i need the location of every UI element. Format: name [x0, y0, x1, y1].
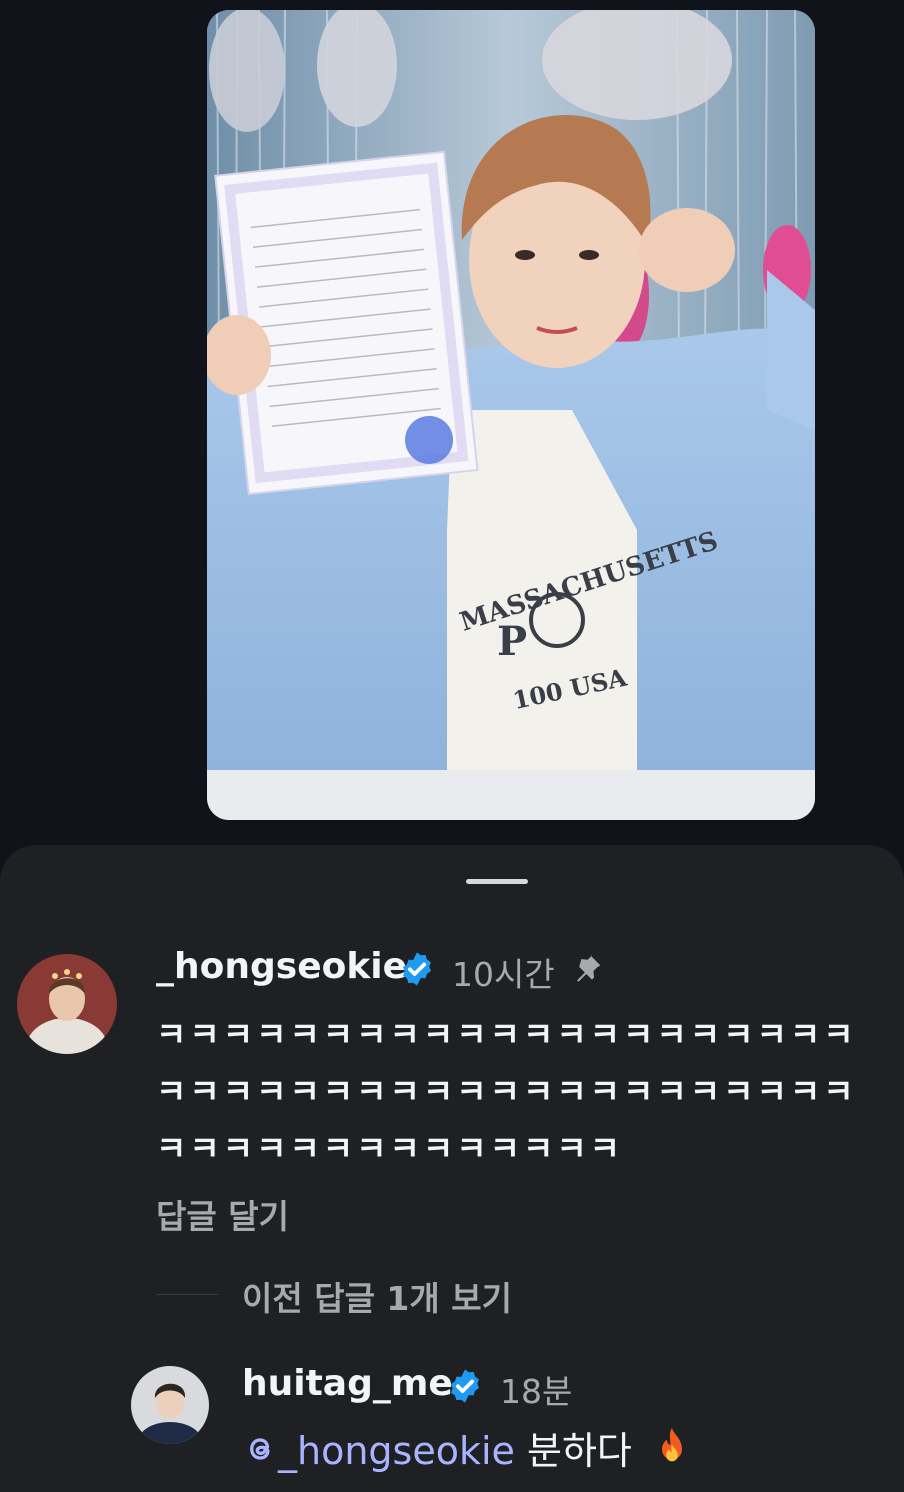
thread-connector-line [156, 1294, 218, 1295]
comment-timestamp: 10시간 [452, 955, 555, 994]
reply-button[interactable]: 답글 달기 [156, 1190, 289, 1238]
mention-link[interactable]: _hongseokie [242, 1429, 527, 1473]
mention-username: _hongseokie [278, 1429, 515, 1473]
pin-icon [577, 955, 601, 982]
reply-avatar[interactable] [131, 1366, 209, 1444]
shirt-print-letter: P [497, 618, 527, 665]
fire-icon [661, 1428, 682, 1462]
avatar-image [17, 954, 117, 1054]
video-frame-image: MASSACHUSETTS P 100 USA [207, 10, 815, 820]
view-previous-replies-button[interactable]: 이전 답글 1개 보기 [242, 1272, 512, 1320]
avatar[interactable] [17, 954, 117, 1054]
threads-icon [250, 1438, 270, 1460]
reply-username[interactable]: huitag_me [242, 1363, 453, 1404]
reply-avatar-image [131, 1366, 209, 1444]
reply-text: 분하다 [527, 1429, 632, 1473]
video-player[interactable]: MASSACHUSETTS P 100 USA [207, 10, 815, 820]
comment-username[interactable]: _hongseokie [156, 946, 407, 987]
reply-timestamp: 18분 [500, 1372, 573, 1411]
verified-icon [403, 952, 431, 986]
reply-text-row: _hongseokie 분하다 [242, 1420, 692, 1475]
app-root: MASSACHUSETTS P 100 USA _hongseokie 10시간… [0, 0, 904, 1492]
sheet-drag-handle[interactable] [466, 879, 528, 884]
comment-text: ㅋㅋㅋㅋㅋㅋㅋㅋㅋㅋㅋㅋㅋㅋㅋㅋㅋㅋㅋㅋㅋㅋㅋㅋㅋㅋㅋㅋㅋㅋㅋㅋㅋㅋㅋㅋㅋㅋㅋㅋ… [156, 1015, 857, 1168]
verified-icon [451, 1369, 479, 1403]
